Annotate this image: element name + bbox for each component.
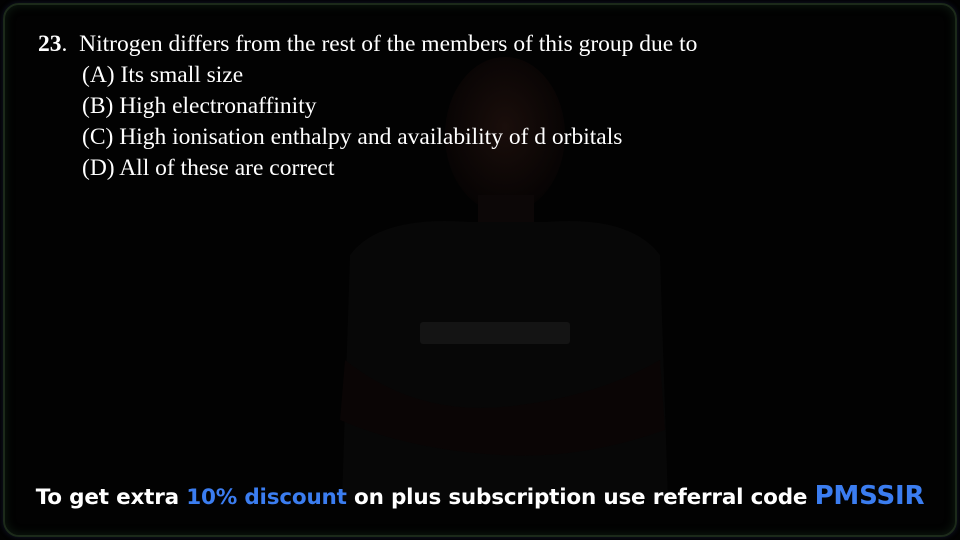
promo-referral-code: PMSSIR [814,481,925,511]
option-c: (C) High ionisation enthalpy and availab… [82,124,623,150]
question-number: 23 [38,31,62,57]
question-line: 23. Nitrogen differs from the rest of th… [38,31,698,57]
options-list: (A) Its small size (B) High electronaffi… [82,60,697,184]
question-block: 23. Nitrogen differs from the rest of th… [38,29,697,184]
option-b: (B) High electronaffinity [82,93,317,119]
promo-middle: on plus subscription use referral code [346,485,815,510]
question-text: Nitrogen differs from the rest of the me… [79,31,698,57]
promo-discount: 10% discount [186,485,347,510]
option-d: (D) All of these are correct [82,155,335,181]
promo-banner: To get extra 10% discount on plus subscr… [0,481,960,511]
option-a: (A) Its small size [82,62,244,88]
promo-prefix: To get extra [35,485,187,510]
video-frame: 23. Nitrogen differs from the rest of th… [0,0,960,540]
